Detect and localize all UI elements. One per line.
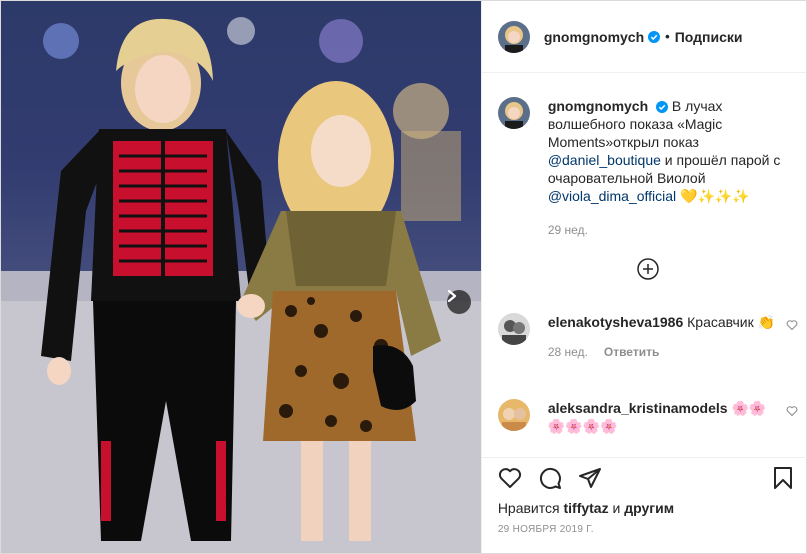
liked-by-user[interactable]: tiffytaz bbox=[563, 500, 608, 516]
comment-timestamp[interactable]: 28 нед. bbox=[548, 345, 588, 359]
mention-daniel-boutique[interactable]: @daniel_boutique bbox=[548, 152, 661, 168]
liked-by-others[interactable]: другим bbox=[624, 500, 674, 516]
load-more-comments-button[interactable] bbox=[637, 258, 659, 280]
author-username[interactable]: gnomgnomych bbox=[544, 29, 644, 45]
post-caption: gnomgnomych В лучах волшебного показа «M… bbox=[497, 97, 798, 239]
likes-prefix: Нравится bbox=[497, 500, 564, 516]
likes-middle: и bbox=[608, 500, 625, 516]
avatar-image bbox=[497, 97, 530, 129]
avatar-image bbox=[497, 399, 530, 431]
caption-author-avatar[interactable] bbox=[497, 97, 530, 129]
post-header: gnomgnomych • Подписки bbox=[481, 1, 806, 73]
comment-item: elenakotysheva1986 Красавчик 👏 28 нед. От… bbox=[497, 313, 798, 361]
comment-meta: 28 нед. Ответить bbox=[548, 343, 778, 361]
comment-username[interactable]: aleksandra_kristinamodels bbox=[548, 400, 728, 416]
caption-username[interactable]: gnomgnomych bbox=[548, 98, 648, 114]
post-side-panel: gnomgnomych • Подписки gnomgnomych В луч… bbox=[480, 1, 807, 554]
plus-circle-icon bbox=[637, 258, 659, 280]
comment-body: elenakotysheva1986 Красавчик 👏 28 нед. От… bbox=[548, 313, 778, 361]
like-comment-heart-icon[interactable] bbox=[786, 319, 798, 334]
post-actions-section: Нравится tiffytaz и другим 29 НОЯБРЯ 201… bbox=[481, 457, 807, 554]
author-avatar[interactable] bbox=[497, 20, 530, 53]
likes-summary: Нравится tiffytaz и другим bbox=[498, 500, 674, 516]
comment-text: Красавчик 👏 bbox=[683, 314, 776, 330]
comment-bubble-icon[interactable] bbox=[538, 466, 562, 490]
comment-item: aleksandra_kristinamodels 🌸🌸 🌸🌸🌸🌸 bbox=[497, 399, 798, 435]
caption-timestamp[interactable]: 29 нед. bbox=[548, 221, 798, 239]
like-heart-icon[interactable] bbox=[498, 466, 522, 490]
post-photo[interactable] bbox=[1, 1, 481, 553]
avatar-image bbox=[497, 313, 530, 345]
verified-badge-icon bbox=[648, 30, 661, 43]
commenter-avatar[interactable] bbox=[497, 313, 530, 345]
comment-body: aleksandra_kristinamodels 🌸🌸 🌸🌸🌸🌸 bbox=[548, 399, 778, 435]
caption-emoji: 💛✨✨✨ bbox=[676, 188, 750, 204]
post-date[interactable]: 29 НОЯБРЯ 2019 Г. bbox=[498, 524, 594, 535]
following-button[interactable]: Подписки bbox=[675, 29, 743, 45]
bookmark-icon[interactable] bbox=[772, 466, 794, 490]
action-bar bbox=[498, 466, 602, 490]
header-separator: • bbox=[665, 29, 670, 44]
mention-viola-dima-official[interactable]: @viola_dima_official bbox=[548, 188, 676, 204]
instagram-post-dialog: gnomgnomych • Подписки gnomgnomych В луч… bbox=[0, 0, 807, 554]
like-comment-heart-icon[interactable] bbox=[786, 405, 798, 420]
reply-button[interactable]: Ответить bbox=[604, 345, 659, 359]
avatar-image bbox=[497, 20, 530, 53]
chevron-right-icon bbox=[447, 290, 457, 302]
caption-body: gnomgnomych В лучах волшебного показа «M… bbox=[548, 97, 798, 239]
commenter-avatar[interactable] bbox=[497, 399, 530, 431]
comment-username[interactable]: elenakotysheva1986 bbox=[548, 314, 683, 330]
runway-photo-illustration bbox=[1, 1, 481, 553]
verified-badge-icon bbox=[656, 101, 669, 114]
share-paper-plane-icon[interactable] bbox=[578, 466, 602, 490]
next-photo-button[interactable] bbox=[447, 290, 471, 314]
